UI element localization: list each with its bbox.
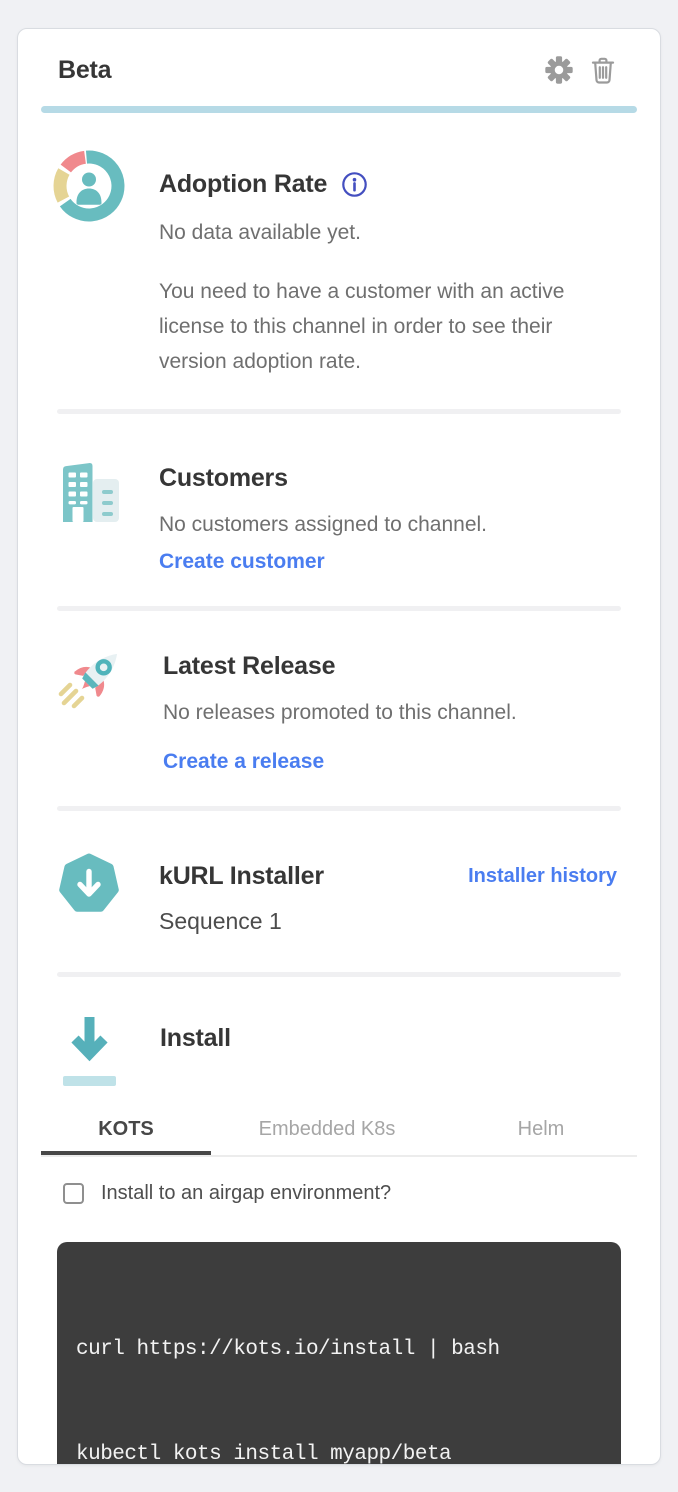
adoption-rate-title: Adoption Rate <box>159 168 327 200</box>
settings-icon[interactable] <box>545 56 573 84</box>
tab-kots[interactable]: KOTS <box>41 1116 211 1155</box>
rocket-icon <box>53 642 129 774</box>
install-command-block: curl https://kots.io/install | bash kube… <box>57 1242 621 1465</box>
section-divider <box>57 606 621 611</box>
create-release-link[interactable]: Create a release <box>163 750 324 774</box>
section-divider <box>57 806 621 811</box>
section-divider <box>57 972 621 977</box>
latest-release-section: Latest Release No releases promoted to t… <box>41 642 637 774</box>
installer-sequence: Sequence 1 <box>159 904 637 938</box>
tab-helm[interactable]: Helm <box>443 1116 639 1155</box>
kurl-installer-title: kURL Installer <box>159 860 324 892</box>
section-divider <box>57 409 621 414</box>
airgap-label: Install to an airgap environment? <box>101 1181 391 1205</box>
command-line-1: curl https://kots.io/install | bash <box>76 1332 602 1367</box>
kurl-installer-section: kURL Installer Installer history Sequenc… <box>41 848 637 938</box>
command-line-2: kubectl kots install myapp/beta <box>76 1437 602 1465</box>
adoption-rate-section: Adoption Rate No data available yet. You… <box>41 150 637 379</box>
adoption-hint-text: You need to have a customer with an acti… <box>159 274 567 379</box>
download-arrow-icon <box>53 1012 126 1092</box>
customers-empty-text: No customers assigned to channel. <box>159 508 637 542</box>
installer-history-link[interactable]: Installer history <box>468 865 617 888</box>
info-icon[interactable] <box>341 171 368 198</box>
buildings-icon <box>53 456 125 574</box>
tab-embedded-k8s[interactable]: Embedded K8s <box>211 1116 443 1155</box>
card-header: Beta <box>41 29 637 85</box>
install-section: Install KOTS Embedded K8s Helm Install t… <box>41 1012 637 1465</box>
customers-section: Customers No customers assigned to chann… <box>41 456 637 574</box>
adoption-empty-text: No data available yet. <box>159 216 637 250</box>
airgap-option: Install to an airgap environment? <box>41 1181 637 1205</box>
customers-title: Customers <box>159 462 637 494</box>
airgap-checkbox[interactable] <box>63 1183 84 1204</box>
install-tabs: KOTS Embedded K8s Helm <box>41 1116 637 1157</box>
latest-release-title: Latest Release <box>163 650 637 682</box>
channel-title: Beta <box>58 55 111 85</box>
release-empty-text: No releases promoted to this channel. <box>163 696 637 730</box>
create-customer-link[interactable]: Create customer <box>159 550 325 574</box>
install-title: Install <box>160 1022 637 1054</box>
trash-icon[interactable] <box>590 56 616 85</box>
channel-card: Beta <box>17 28 661 1465</box>
header-actions <box>545 56 616 85</box>
heptagon-download-icon <box>53 848 125 938</box>
channel-color-bar <box>41 106 637 113</box>
adoption-donut-user-icon <box>53 150 125 379</box>
